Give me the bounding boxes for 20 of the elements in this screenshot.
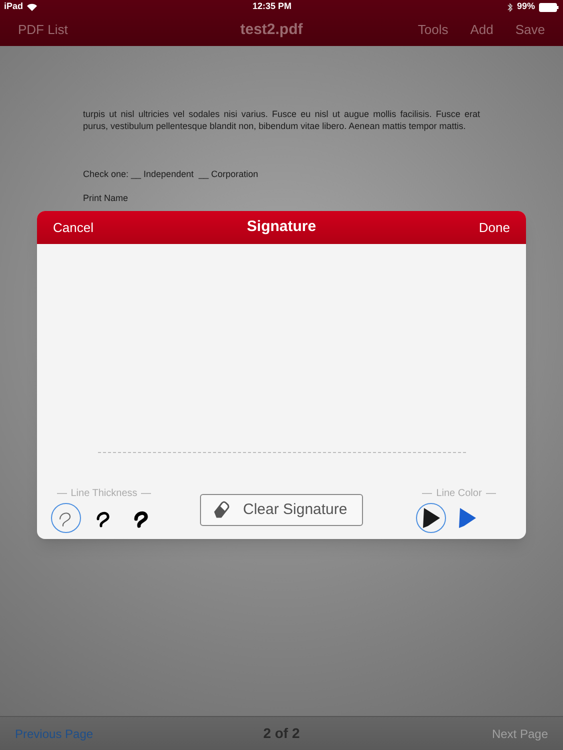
document-title: test2.pdf	[239, 20, 304, 40]
line-color-label: Line Color	[436, 487, 482, 501]
cancel-button[interactable]: Cancel	[53, 218, 123, 238]
print-name-label: Print Name	[83, 192, 130, 204]
battery-percentage: 99%	[516, 0, 535, 14]
done-button[interactable]: Done	[440, 218, 510, 238]
wifi-icon	[27, 3, 38, 11]
dialog-title: Signature	[246, 217, 318, 238]
battery-icon	[539, 2, 559, 12]
eraser-icon	[211, 500, 231, 520]
status-time: 12:35 PM	[252, 0, 292, 14]
line-thickness-label: Line Thickness	[70, 487, 138, 501]
document-paragraph: turpis ut nisl ultricies vel sodales nisi varius. Fusce eu nisl ut augue mollis facilisis. Fusce erat purus, vestibulum pellentesque blandit non, bibendum vitae libero. Aenean mattis tempor mattis.	[83, 108, 480, 132]
line-color-option[interactable]	[416, 503, 446, 533]
clear-signature-button[interactable]: Clear Signature	[200, 494, 363, 526]
pdf-list-button[interactable]: PDF List	[18, 20, 138, 40]
device-name: iPad	[4, 0, 24, 14]
bluetooth-icon	[506, 2, 513, 12]
page-counter: 2 of 2	[262, 724, 301, 743]
check-one-line: Check one: __ Independent __ Corporation	[83, 168, 260, 181]
